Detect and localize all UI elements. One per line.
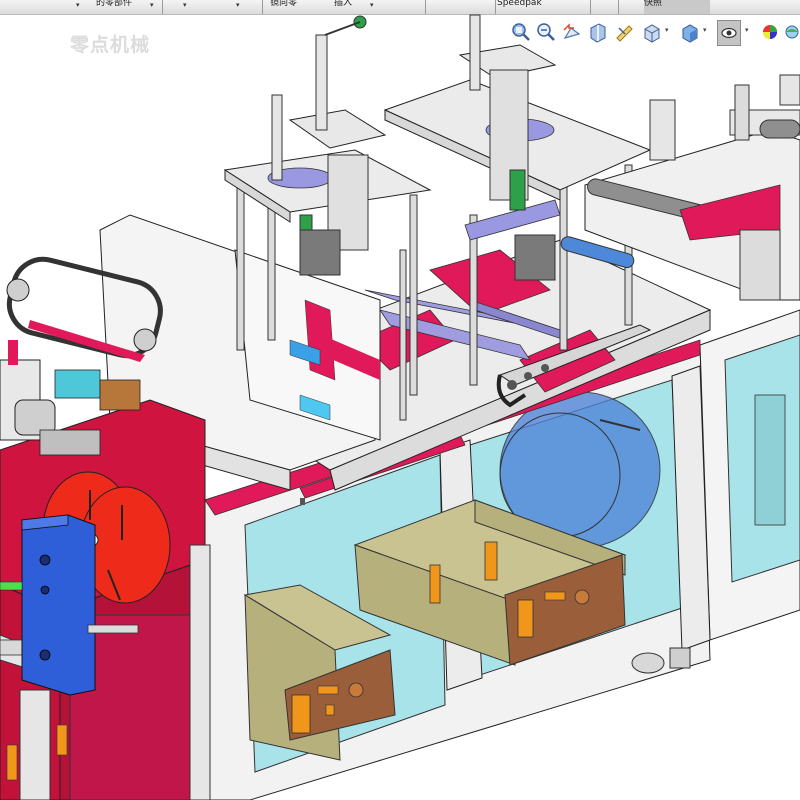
watermark-text: 零点机械 — [70, 34, 151, 56]
cad-model-viewport[interactable] — [0, 0, 800, 800]
glass-window-far-right — [724, 334, 800, 583]
green-indicator — [0, 581, 23, 591]
